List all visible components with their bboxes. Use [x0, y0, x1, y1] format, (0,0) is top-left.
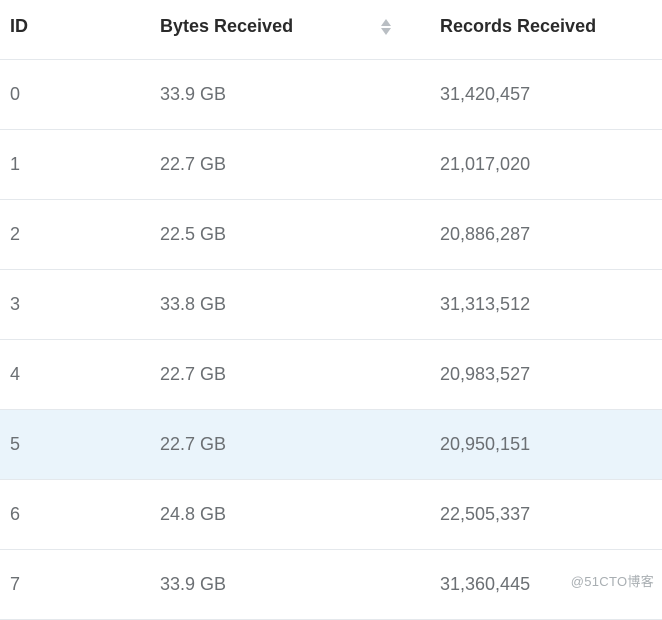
cell-bytes: 33.8 GB	[160, 270, 440, 340]
cell-records: 21,017,020	[440, 130, 662, 200]
cell-bytes: 33.9 GB	[160, 550, 440, 620]
cell-records: 31,420,457	[440, 60, 662, 130]
cell-bytes: 22.7 GB	[160, 410, 440, 480]
table-row[interactable]: 522.7 GB20,950,151	[0, 410, 662, 480]
column-header-bytes-received-label: Bytes Received	[160, 16, 293, 37]
cell-bytes: 22.5 GB	[160, 200, 440, 270]
cell-records: 31,313,512	[440, 270, 662, 340]
cell-bytes: 33.9 GB	[160, 60, 440, 130]
table-row[interactable]: 624.8 GB22,505,337	[0, 480, 662, 550]
column-header-bytes-received[interactable]: Bytes Received	[160, 0, 440, 60]
column-header-records-received[interactable]: Records Received	[440, 0, 662, 60]
cell-id: 5	[0, 410, 160, 480]
cell-id: 0	[0, 60, 160, 130]
data-table: ID Bytes Received Records Received 033.9…	[0, 0, 662, 620]
cell-records: 20,886,287	[440, 200, 662, 270]
cell-bytes: 22.7 GB	[160, 130, 440, 200]
cell-records: 31,360,445	[440, 550, 662, 620]
table-row[interactable]: 333.8 GB31,313,512	[0, 270, 662, 340]
table-body: 033.9 GB31,420,457122.7 GB21,017,020222.…	[0, 60, 662, 620]
sort-icon[interactable]	[381, 19, 391, 35]
cell-records: 20,983,527	[440, 340, 662, 410]
table-row[interactable]: 222.5 GB20,886,287	[0, 200, 662, 270]
table-row[interactable]: 733.9 GB31,360,445	[0, 550, 662, 620]
cell-id: 2	[0, 200, 160, 270]
cell-id: 6	[0, 480, 160, 550]
column-header-id[interactable]: ID	[0, 0, 160, 60]
table-row[interactable]: 422.7 GB20,983,527	[0, 340, 662, 410]
table-row[interactable]: 122.7 GB21,017,020	[0, 130, 662, 200]
cell-id: 7	[0, 550, 160, 620]
cell-id: 4	[0, 340, 160, 410]
cell-id: 3	[0, 270, 160, 340]
cell-bytes: 24.8 GB	[160, 480, 440, 550]
cell-records: 20,950,151	[440, 410, 662, 480]
table-row[interactable]: 033.9 GB31,420,457	[0, 60, 662, 130]
cell-id: 1	[0, 130, 160, 200]
table-header-row: ID Bytes Received Records Received	[0, 0, 662, 60]
cell-records: 22,505,337	[440, 480, 662, 550]
cell-bytes: 22.7 GB	[160, 340, 440, 410]
